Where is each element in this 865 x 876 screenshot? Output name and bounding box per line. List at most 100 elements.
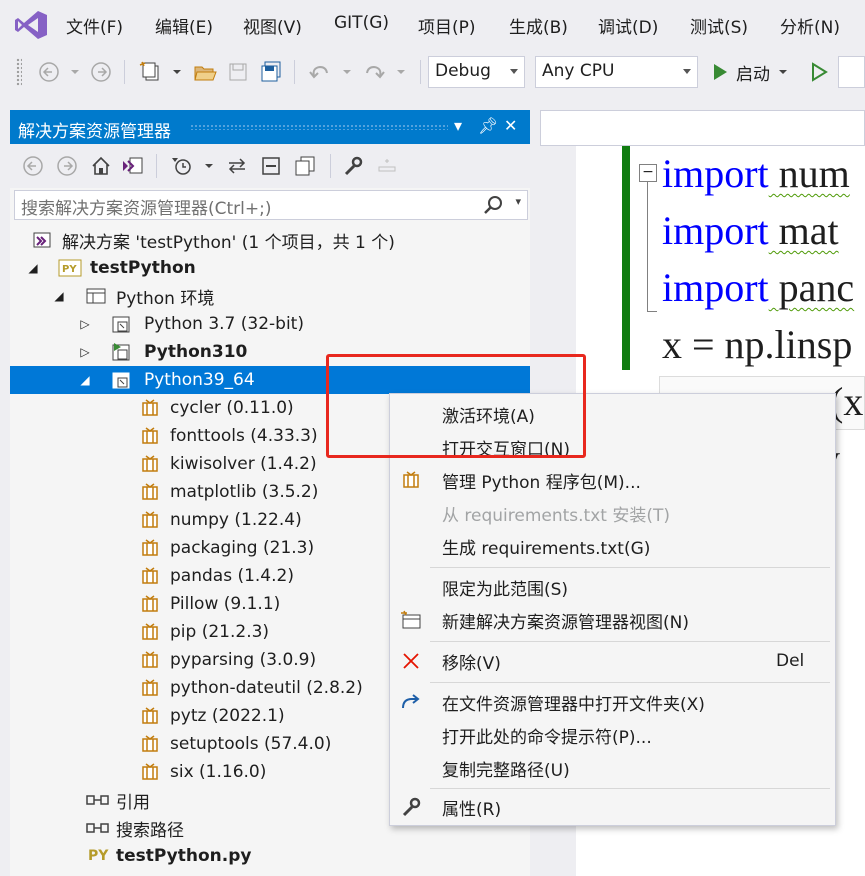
chevron-down-icon[interactable]: ▾ [515,195,521,208]
solution-explorer-search-input[interactable]: 搜索解决方案资源管理器(Ctrl+;) ▾ [14,190,528,220]
package-icon [140,398,160,418]
package-icon [140,510,160,530]
menu-item-generate-requirements[interactable]: 生成 requirements.txt(G) [390,530,835,562]
tree-item-project[interactable]: ◢ PY testPython [10,254,530,282]
search-placeholder: 搜索解决方案资源管理器(Ctrl+;) [21,199,272,219]
chevron-down-icon[interactable] [196,152,222,180]
tree-item-label: pytz (2022.1) [170,706,285,726]
code-line: import num [662,151,850,196]
menu-item-copy-full-path[interactable]: 复制完整路径(U) [390,752,835,784]
tree-item-label: 解决方案 'testPython' (1 个项目，共 1 个) [62,232,395,253]
menu-git[interactable]: GIT(G) [334,13,389,33]
menu-item-scope-to-this[interactable]: 限定为此范围(S) [390,571,835,603]
sync-with-active-document-icon[interactable] [224,152,250,180]
chevron-down-icon [510,69,518,74]
switch-views-icon[interactable] [120,152,146,180]
menu-item-label: 复制完整路径(U) [442,760,570,781]
home-icon[interactable] [88,152,114,180]
solution-explorer-title-bar[interactable]: 解决方案资源管理器 ▾ 📌︎ ✕ [10,110,530,144]
toolbar-search-box[interactable] [838,56,865,88]
collapsed-triangle-icon[interactable]: ▷ [80,345,90,359]
menu-item-manage-packages[interactable]: 管理 Python 程序包(M)... [390,464,835,496]
navigate-back-icon[interactable] [36,58,62,86]
python-environment-icon [112,314,132,334]
menu-separator [430,641,830,642]
menu-build[interactable]: 生成(B) [509,13,568,38]
menu-item-label: 在文件资源管理器中打开文件夹(X) [442,694,705,715]
wrench-icon [400,796,422,818]
chevron-down-icon[interactable] [388,58,414,86]
save-all-icon[interactable] [258,58,284,86]
menu-item-label: 移除(V) [442,653,501,674]
chevron-down-icon[interactable] [62,58,88,86]
solution-platform-combo[interactable]: Any CPU [535,56,698,88]
start-debugging-button[interactable]: 启动 [712,58,788,86]
tree-item-environment[interactable]: ▷ Python 3.7 (32-bit) [10,310,530,338]
menu-project[interactable]: 项目(P) [418,13,476,38]
solution-configuration-combo[interactable]: Debug [428,56,525,88]
tree-item-file[interactable]: PY testPython.py [10,842,530,870]
expanded-triangle-icon[interactable]: ◢ [54,289,64,303]
tree-item-label: packaging (21.3) [170,538,315,558]
undo-icon[interactable] [306,58,332,86]
start-without-debugging-icon[interactable] [806,58,832,86]
new-project-icon[interactable] [138,58,164,86]
toolbar-separator [124,60,125,84]
collapsed-triangle-icon[interactable]: ▷ [80,317,90,331]
title-grip [190,124,448,130]
chevron-down-icon[interactable]: ▾ [454,116,462,135]
pending-changes-filter-icon[interactable] [168,152,194,180]
expanded-triangle-icon[interactable]: ◢ [28,261,38,275]
toolbar-grip-icon[interactable] [16,58,22,86]
menu-view[interactable]: 视图(V) [243,13,302,38]
forward-icon[interactable] [54,152,80,180]
menu-item-open-command-prompt[interactable]: 打开此处的命令提示符(P)... [390,719,835,751]
tree-item-label: Pillow (9.1.1) [170,594,281,614]
tree-item-label: testPython [90,258,196,278]
package-icon [140,622,160,642]
python-environment-icon [112,370,132,390]
pin-icon[interactable]: 📌︎ [478,116,498,135]
menu-analyze[interactable]: 分析(N) [780,13,840,38]
preview-selected-items-icon[interactable] [374,152,400,180]
new-view-icon [400,609,422,631]
menu-test[interactable]: 测试(S) [690,13,748,38]
toolbar-separator [156,154,157,178]
package-icon [140,594,160,614]
menu-item-label: 限定为此范围(S) [442,579,569,600]
menu-item-open-folder-in-explorer[interactable]: 在文件资源管理器中打开文件夹(X) [390,686,835,718]
wrench-icon[interactable] [340,152,366,180]
save-icon[interactable] [225,58,251,86]
collapse-region-icon[interactable]: − [639,164,657,182]
search-icon[interactable] [483,195,503,220]
expanded-triangle-icon[interactable]: ◢ [80,373,90,387]
chevron-down-icon[interactable] [164,58,190,86]
python-project-icon: PY [58,258,82,278]
chevron-down-icon[interactable] [334,58,360,86]
navigate-forward-icon[interactable] [88,58,114,86]
play-icon [714,64,727,80]
menu-item-new-explorer-view[interactable]: 新建解决方案资源管理器视图(N) [390,604,835,636]
code-line: import mat [662,208,839,253]
menu-debug[interactable]: 调试(D) [598,13,658,38]
tree-item-label: 搜索路径 [116,820,184,841]
show-all-files-icon[interactable] [292,152,318,180]
package-icon [140,426,160,446]
menu-file[interactable]: 文件(F) [66,13,123,38]
collapse-all-icon[interactable] [258,152,284,180]
tree-item-python-environments[interactable]: ◢ Python 环境 [10,282,530,310]
redo-icon[interactable] [362,58,388,86]
package-icon [140,734,160,754]
annotation-highlight-box [326,354,586,458]
tree-item-label: cycler (0.11.0) [170,398,294,418]
package-icon [140,566,160,586]
package-icon [140,650,160,670]
package-icon [140,706,160,726]
close-icon[interactable]: ✕ [504,116,517,135]
menu-edit[interactable]: 编辑(E) [155,13,213,38]
menu-item-properties[interactable]: 属性(R) [390,791,835,823]
menu-item-remove[interactable]: 移除(V) Del [390,645,835,677]
open-folder-icon[interactable] [192,58,218,86]
back-icon[interactable] [20,152,46,180]
tree-item-solution[interactable]: 解决方案 'testPython' (1 个项目，共 1 个) [10,226,530,254]
